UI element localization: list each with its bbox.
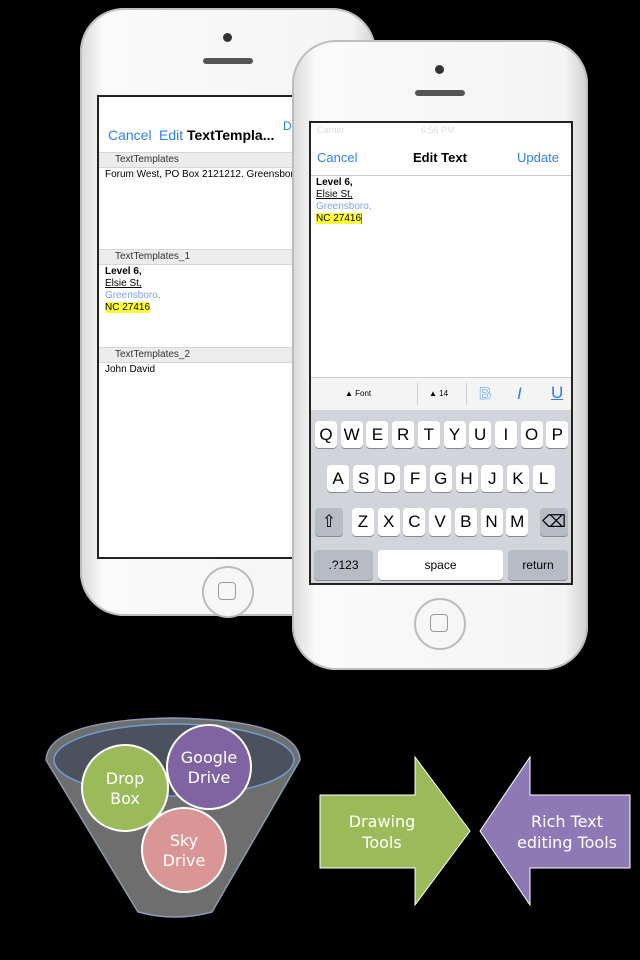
- done-button[interactable]: D: [283, 119, 292, 133]
- list-item[interactable]: Forum West, PO Box 2121212. Greensboro: [105, 169, 299, 181]
- key-y[interactable]: Y: [443, 421, 466, 448]
- key-f[interactable]: F: [404, 465, 427, 492]
- key-w[interactable]: W: [340, 421, 363, 448]
- front-phone: Carrier 6:56 PM Cancel Edit Text Update …: [292, 40, 588, 670]
- edit-button[interactable]: Edit: [159, 127, 183, 143]
- key-g[interactable]: G: [429, 465, 452, 492]
- key-b[interactable]: B: [454, 508, 477, 536]
- numbers-key[interactable]: .?123: [314, 550, 373, 580]
- return-key[interactable]: return: [508, 550, 568, 580]
- key-o[interactable]: O: [520, 421, 543, 448]
- feature-diagram: DropBoxGoogleDriveSkyDrive Drawing Tools…: [45, 717, 631, 918]
- text-editor[interactable]: Level 6, Elsie St, Greensboro, NC 27416: [316, 177, 372, 225]
- list-item[interactable]: John David: [105, 364, 155, 376]
- service-label: Drop: [106, 769, 145, 788]
- arrow-label: Tools: [361, 833, 401, 852]
- cancel-button[interactable]: Cancel: [317, 150, 357, 165]
- service-circle: [166, 724, 252, 810]
- nav-title: TextTempla...: [187, 127, 275, 143]
- service-label: Sky: [170, 831, 198, 850]
- service-label: Drive: [188, 768, 231, 787]
- keyboard: Q W E R T Y U I O P A S D F G H J K L ⇧ Z X C V B N M ⌫ .?123 space re…: [311, 410, 571, 583]
- key-u[interactable]: U: [469, 421, 492, 448]
- time: 6:56 PM: [421, 125, 455, 135]
- key-i[interactable]: I: [494, 421, 517, 448]
- key-s[interactable]: S: [352, 465, 375, 492]
- key-e[interactable]: E: [366, 421, 389, 448]
- nav-title: Edit Text: [413, 150, 467, 165]
- carrier: Carrier: [317, 125, 345, 135]
- key-p[interactable]: P: [546, 421, 569, 448]
- cancel-button[interactable]: Cancel: [108, 127, 152, 143]
- arrow-label: editing Tools: [517, 833, 617, 852]
- key-j[interactable]: J: [481, 465, 504, 492]
- key-l[interactable]: L: [532, 465, 555, 492]
- key-r[interactable]: R: [392, 421, 415, 448]
- font-button[interactable]: ▲ Font: [345, 389, 371, 398]
- font-size-button[interactable]: ▲ 14: [429, 389, 448, 398]
- key-v[interactable]: V: [429, 508, 452, 536]
- home-button[interactable]: [202, 566, 254, 618]
- service-label: Box: [110, 789, 140, 808]
- shift-key[interactable]: ⇧: [315, 508, 343, 536]
- promo-screen: Cancel Edit TextTempla... D TextTemplate…: [0, 0, 640, 960]
- arrow-label: Rich Text: [531, 812, 603, 831]
- list-item[interactable]: Level 6, Elsie St, Greensboro, NC 27416: [105, 266, 161, 314]
- rich-text-tools-arrow: [479, 755, 631, 907]
- camera: [223, 33, 232, 42]
- key-a[interactable]: A: [327, 465, 349, 492]
- space-key[interactable]: space: [378, 550, 503, 580]
- key-q[interactable]: Q: [315, 421, 337, 448]
- service-label: Google: [181, 748, 237, 767]
- bold-button[interactable]: B: [479, 384, 492, 404]
- text-line: Greensboro,: [316, 201, 372, 212]
- key-k[interactable]: K: [506, 465, 529, 492]
- format-toolbar: ▲ Font ▲ 14 B I U: [311, 377, 571, 410]
- drawing-tools-arrow: [319, 755, 471, 907]
- speaker: [415, 90, 465, 96]
- update-button[interactable]: Update: [517, 150, 559, 165]
- key-c[interactable]: C: [403, 508, 426, 536]
- text-line: Elsie St,: [105, 278, 142, 289]
- text-line: Level 6,: [316, 177, 353, 188]
- home-button[interactable]: [414, 598, 466, 650]
- service-circle: [141, 807, 227, 893]
- delete-key[interactable]: ⌫: [540, 508, 568, 536]
- camera: [435, 65, 444, 74]
- text-line: NC 27416: [316, 213, 363, 224]
- text-line: NC 27416: [105, 302, 151, 313]
- key-d[interactable]: D: [378, 465, 401, 492]
- key-z[interactable]: Z: [352, 508, 374, 536]
- speaker: [203, 58, 253, 64]
- key-n[interactable]: N: [480, 508, 503, 536]
- key-m[interactable]: M: [506, 508, 529, 536]
- front-screen: Carrier 6:56 PM Cancel Edit Text Update …: [309, 121, 573, 585]
- italic-button[interactable]: I: [517, 384, 522, 404]
- text-line: Elsie St,: [316, 189, 353, 200]
- text-line: Level 6,: [105, 266, 142, 277]
- service-circle: [81, 744, 169, 832]
- service-label: Drive: [163, 851, 206, 870]
- key-t[interactable]: T: [417, 421, 440, 448]
- arrow-label: Drawing: [349, 812, 416, 831]
- key-h[interactable]: H: [455, 465, 478, 492]
- key-x[interactable]: X: [377, 508, 400, 536]
- underline-button[interactable]: U: [551, 383, 563, 403]
- text-line: Greensboro,: [105, 290, 161, 301]
